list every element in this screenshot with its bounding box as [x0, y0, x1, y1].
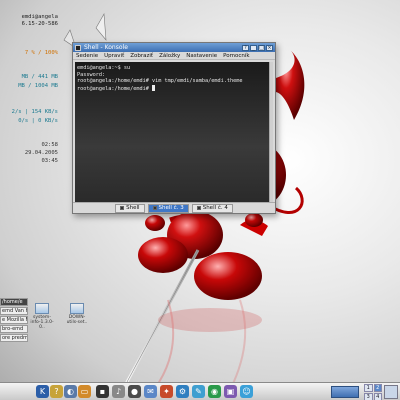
- kde-k-icon[interactable]: K: [36, 385, 49, 398]
- menu-session[interactable]: Sedenie: [76, 53, 98, 59]
- window-title: Shell - Konsole: [84, 44, 128, 51]
- window-list-item[interactable]: bro-emd: [0, 325, 28, 333]
- media-icon[interactable]: ●: [128, 385, 141, 398]
- konsole-app-icon[interactable]: [75, 44, 81, 51]
- chat-icon[interactable]: ☺: [240, 385, 253, 398]
- tab-shell-4[interactable]: Shell č. 4: [191, 203, 233, 213]
- desktop-icon-label: DOWN-utils-set..: [66, 315, 88, 325]
- left-window-list: /home/e emd Van He e Mozilla Fire bro-em…: [0, 298, 28, 343]
- taskbar-window-button[interactable]: [331, 386, 359, 398]
- help-icon[interactable]: ?: [50, 385, 63, 398]
- terminal-scrollbar[interactable]: [269, 62, 273, 203]
- terminal-line: root@angela:/home/emdi# vim tmp/emdi/sam…: [77, 78, 243, 84]
- window-list-item[interactable]: ore predm: [0, 334, 28, 342]
- folder-icon[interactable]: ▭: [78, 385, 91, 398]
- maximize-button[interactable]: □: [258, 44, 265, 51]
- tab-label: Shell: [126, 205, 140, 211]
- terminal-output[interactable]: emdi@angela:~$ su Password: root@angela:…: [75, 62, 273, 203]
- help-button[interactable]: ?: [242, 44, 249, 51]
- mail-icon[interactable]: ✉: [144, 385, 157, 398]
- menu-view[interactable]: Zobraziť: [130, 53, 153, 59]
- tab-label: Shell č. 4: [202, 205, 228, 211]
- package-icon: [35, 303, 49, 314]
- close-button[interactable]: ×: [266, 44, 273, 51]
- terminal-prompt: root@angela:/home/emdi#: [77, 85, 152, 92]
- speaker-icon[interactable]: ♪: [112, 385, 125, 398]
- konsole-window[interactable]: Shell - Konsole ? _ □ × Sedenie Upraviť …: [72, 42, 276, 214]
- menu-edit[interactable]: Upraviť: [104, 53, 124, 59]
- editor-icon[interactable]: ✎: [192, 385, 205, 398]
- window-list-item[interactable]: /home/e: [0, 298, 28, 306]
- terminal-prompt-line: root@angela:/home/emdi#: [77, 84, 271, 93]
- menu-help[interactable]: Pomocník: [223, 53, 249, 59]
- window-list-item[interactable]: e Mozilla Fire: [0, 316, 28, 324]
- tab-shell[interactable]: Shell: [115, 203, 145, 213]
- terminal-icon[interactable]: ▪: [96, 385, 109, 398]
- pager-desktop-4[interactable]: 4: [373, 393, 382, 400]
- desktop-icon-down-utils[interactable]: DOWN-utils-set..: [65, 303, 89, 325]
- menubar: Sedenie Upraviť Zobraziť Záložky Nastave…: [73, 52, 275, 60]
- settings-icon[interactable]: ⚙: [176, 385, 189, 398]
- tab-label: Shell č. 3: [158, 205, 184, 211]
- pager-desktop-1[interactable]: 1: [364, 384, 373, 392]
- pager-desktop-2[interactable]: 2: [373, 384, 382, 392]
- desktop-icon-system-info[interactable]: system-info-1.3.0-0..: [30, 303, 54, 330]
- tray-clock-icon[interactable]: [384, 385, 398, 399]
- desktop-pager: 1 2 3 4: [364, 384, 382, 400]
- terminal-icon: [152, 206, 157, 210]
- session-tabs: Shell Shell č. 3 Shell č. 4: [73, 202, 275, 213]
- window-list-item[interactable]: emd Van He: [0, 307, 28, 315]
- menu-settings[interactable]: Nastavenie: [186, 53, 217, 59]
- menu-bookmarks[interactable]: Záložky: [159, 53, 180, 59]
- window-titlebar[interactable]: Shell - Konsole ? _ □ ×: [73, 43, 275, 52]
- terminal-icon: [196, 206, 201, 210]
- network-icon[interactable]: ◉: [208, 385, 221, 398]
- mozilla-icon[interactable]: ✦: [160, 385, 173, 398]
- photo-icon[interactable]: ▣: [224, 385, 237, 398]
- globe-icon[interactable]: ◐: [64, 385, 77, 398]
- terminal-icon: [120, 206, 125, 210]
- taskbar: K ? ◐ ▭ ▪ ♪ ● ✉ ✦ ⚙ ✎ ◉ ▣ ☺ 1 2 3 4: [0, 382, 400, 400]
- desktop-icon-label: system-info-1.3.0-0..: [30, 315, 54, 330]
- package-icon: [70, 303, 84, 314]
- tab-shell-3[interactable]: Shell č. 3: [147, 203, 189, 213]
- minimize-button[interactable]: _: [250, 44, 257, 51]
- terminal-cursor: [151, 84, 155, 91]
- pager-desktop-3[interactable]: 3: [364, 393, 373, 400]
